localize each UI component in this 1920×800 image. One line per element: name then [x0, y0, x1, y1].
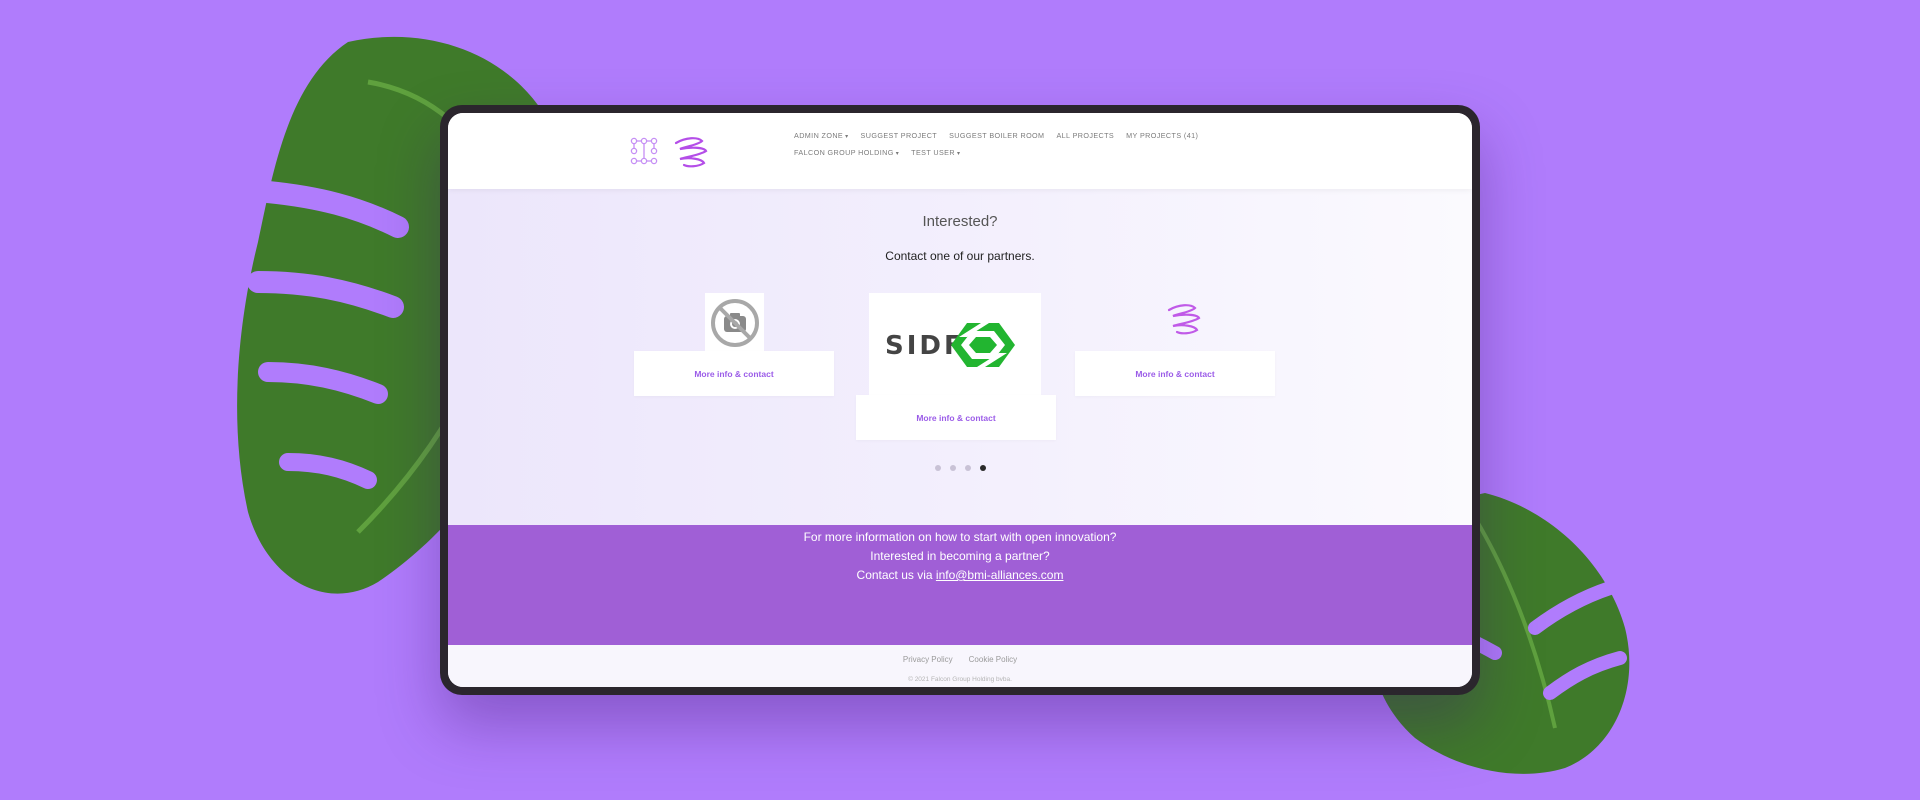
- carousel-dot[interactable]: [949, 465, 956, 471]
- carousel-pagination: [448, 465, 1472, 471]
- privacy-policy-link[interactable]: Privacy Policy: [903, 655, 953, 664]
- carousel-dot[interactable]: [964, 465, 971, 471]
- chevron-down-icon: ▾: [845, 134, 849, 140]
- carousel-dot-active[interactable]: [979, 465, 986, 471]
- nav-admin-zone[interactable]: ADMIN ZONE ▾: [794, 131, 849, 140]
- partners-section: Interested? Contact one of our partners.…: [448, 189, 1472, 525]
- site-footer: Privacy Policy Cookie Policy © 2021 Falc…: [448, 645, 1472, 687]
- contact-email-link[interactable]: info@bmi-alliances.com: [936, 568, 1064, 582]
- carousel-dot[interactable]: [934, 465, 941, 471]
- sidf-logo: SIDF: [885, 323, 1015, 367]
- cookie-policy-link[interactable]: Cookie Policy: [969, 655, 1017, 664]
- tablet-screen: ADMIN ZONE ▾ SUGGEST PROJECT SUGGEST BOIL…: [448, 113, 1472, 687]
- more-info-contact-link[interactable]: More info & contact: [916, 413, 995, 423]
- chevron-down-icon: ▾: [895, 151, 900, 157]
- brand-squiggle-logo[interactable]: [672, 135, 710, 169]
- partners-title: Interested?: [922, 213, 998, 230]
- brand-squiggle-logo: [1167, 304, 1201, 335]
- nav-falcon-group-holding[interactable]: FALCON GROUP HOLDING ▾: [794, 148, 899, 157]
- network-dots-logo[interactable]: [630, 137, 658, 165]
- partner-card: More info & contact: [856, 395, 1056, 440]
- nav-row-secondary: FALCON GROUP HOLDING ▾ TEST USER ▾: [794, 144, 1214, 161]
- cta-line-contact: Contact us via info@bmi-alliances.com: [448, 566, 1472, 585]
- nav-row-primary: ADMIN ZONE ▾ SUGGEST PROJECT SUGGEST BOIL…: [794, 127, 1214, 144]
- nav-all-projects[interactable]: ALL PROJECTS: [1056, 131, 1114, 140]
- main-navigation: ADMIN ZONE ▾ SUGGEST PROJECT SUGGEST BOIL…: [794, 127, 1214, 161]
- tablet-frame: ADMIN ZONE ▾ SUGGEST PROJECT SUGGEST BOIL…: [440, 105, 1480, 695]
- more-info-contact-link[interactable]: More info & contact: [694, 369, 773, 379]
- more-info-contact-link[interactable]: More info & contact: [1135, 369, 1214, 379]
- partner-logo-placeholder[interactable]: [705, 293, 764, 352]
- partner-logo-brand[interactable]: [1154, 289, 1214, 349]
- partners-subtitle: Contact one of our partners.: [885, 249, 1035, 263]
- nav-my-projects[interactable]: MY PROJECTS (41): [1126, 131, 1198, 140]
- nav-test-user[interactable]: TEST USER ▾: [911, 148, 960, 157]
- partner-card: More info & contact: [634, 351, 834, 396]
- cta-contact-prefix: Contact us via: [856, 568, 936, 582]
- no-image-icon: [710, 298, 759, 347]
- copyright-text: © 2021 Falcon Group Holding bvba.: [908, 676, 1012, 683]
- partner-logo-sidf[interactable]: SIDF: [869, 293, 1041, 397]
- contact-banner: For more information on how to start wit…: [448, 525, 1472, 645]
- site-header: ADMIN ZONE ▾ SUGGEST PROJECT SUGGEST BOIL…: [448, 113, 1472, 189]
- partner-card: More info & contact: [1075, 351, 1275, 396]
- cta-line-open-innovation: For more information on how to start wit…: [803, 530, 1117, 544]
- chevron-down-icon: ▾: [956, 151, 961, 157]
- cta-line-partner: Interested in becoming a partner?: [870, 549, 1050, 563]
- nav-suggest-project[interactable]: SUGGEST PROJECT: [861, 131, 938, 140]
- nav-suggest-boiler-room[interactable]: SUGGEST BOILER ROOM: [949, 131, 1044, 140]
